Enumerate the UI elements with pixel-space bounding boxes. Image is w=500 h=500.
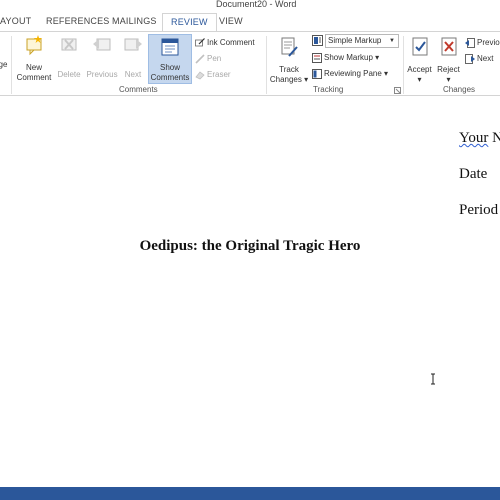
new-comment-label-1: New bbox=[25, 63, 42, 72]
delete-comment-button[interactable]: Delete bbox=[55, 34, 83, 80]
reject-label: Reject bbox=[437, 65, 460, 74]
document-title: Oedipus: the Original Tragic Hero bbox=[139, 238, 361, 254]
header-name-line: Your N bbox=[459, 130, 500, 147]
ribbon: ge New Comment Delete Previous Next Show… bbox=[0, 31, 500, 96]
eraser-button[interactable]: Eraser bbox=[195, 68, 231, 81]
tab-references[interactable]: REFERENCES bbox=[46, 16, 110, 26]
previous-comment-icon bbox=[93, 38, 111, 51]
chevron-down-icon: ▾ bbox=[417, 75, 422, 84]
changes-group-label: Changes bbox=[443, 85, 476, 94]
new-comment-icon bbox=[26, 35, 42, 56]
accept-label: Accept bbox=[407, 65, 432, 74]
document-page[interactable]: Your N Date Period Oedipus: the Original… bbox=[0, 96, 500, 487]
track-changes-label-2: Changes ▾ bbox=[269, 75, 309, 84]
chevron-down-icon: ▼ bbox=[389, 38, 395, 44]
ink-comment-icon bbox=[195, 37, 205, 47]
chevron-down-icon: ▾ bbox=[446, 75, 451, 84]
track-changes-button[interactable]: Track Changes ▾ bbox=[269, 36, 309, 85]
tracking-group-label: Tracking bbox=[313, 85, 344, 94]
tracking-options-launcher-icon[interactable] bbox=[394, 87, 401, 94]
show-markup-icon bbox=[312, 52, 322, 63]
track-changes-icon bbox=[281, 37, 298, 57]
partial-ribbon-button[interactable]: ge bbox=[0, 60, 8, 70]
status-bar bbox=[0, 487, 500, 500]
header-name-word: Your bbox=[459, 130, 489, 146]
previous-label: Previous bbox=[86, 70, 118, 79]
next-change-icon bbox=[465, 53, 475, 64]
partial-button-label: ge bbox=[0, 60, 8, 69]
title-bar: Document20 - Word bbox=[0, 0, 500, 12]
previous-change-button[interactable]: Previo bbox=[465, 36, 500, 49]
ink-comment-button[interactable]: Ink Comment bbox=[195, 36, 255, 49]
reviewing-pane-label: Reviewing Pane bbox=[324, 69, 382, 78]
delete-label: Delete bbox=[57, 70, 81, 79]
next-comment-button[interactable]: Next bbox=[120, 34, 146, 80]
reviewing-pane-button[interactable]: Reviewing Pane ▾ bbox=[312, 67, 388, 80]
pen-icon bbox=[195, 54, 205, 64]
show-comments-label-2: Comments bbox=[150, 73, 190, 82]
group-separator bbox=[403, 36, 404, 94]
group-separator bbox=[11, 36, 12, 94]
show-comments-icon bbox=[161, 38, 179, 56]
next-comment-icon bbox=[124, 38, 142, 51]
eraser-label: Eraser bbox=[207, 70, 231, 79]
show-comments-button[interactable]: Show Comments bbox=[148, 34, 192, 84]
new-comment-button[interactable]: New Comment bbox=[13, 34, 55, 83]
next-change-label: Next bbox=[477, 54, 494, 63]
tab-mailings[interactable]: MAILINGS bbox=[112, 16, 157, 26]
show-markup-label: Show Markup bbox=[324, 53, 373, 62]
header-name-rest: N bbox=[492, 130, 500, 146]
header-date-line: Date bbox=[459, 166, 488, 182]
next-label: Next bbox=[124, 70, 142, 79]
accept-icon bbox=[412, 37, 427, 56]
reviewing-pane-icon bbox=[312, 68, 322, 79]
window-title: Document20 - Word bbox=[216, 0, 297, 9]
ribbon-tabs: AYOUT REFERENCES MAILINGS REVIEW VIEW bbox=[0, 12, 500, 33]
accept-button[interactable]: Accept ▾ bbox=[405, 36, 434, 85]
new-comment-label-2: Comment bbox=[16, 73, 52, 82]
header-period-line: Period bbox=[459, 202, 499, 218]
track-changes-label-1: Track bbox=[279, 65, 299, 74]
show-markup-button[interactable]: Show Markup ▾ bbox=[312, 51, 379, 64]
delete-comment-icon bbox=[61, 38, 77, 51]
comments-group-label: Comments bbox=[119, 85, 158, 94]
previous-change-icon bbox=[465, 37, 475, 48]
text-cursor-icon bbox=[431, 373, 435, 385]
pen-label: Pen bbox=[207, 54, 222, 63]
group-separator bbox=[266, 36, 267, 94]
reject-icon bbox=[441, 37, 456, 56]
markup-select[interactable]: Simple Markup ▼ bbox=[325, 34, 399, 48]
tab-review[interactable]: REVIEW bbox=[162, 13, 217, 33]
next-change-button[interactable]: Next bbox=[465, 52, 493, 65]
tab-view[interactable]: VIEW bbox=[219, 16, 243, 26]
markup-select-value: Simple Markup bbox=[328, 36, 382, 45]
display-for-review-icon bbox=[312, 35, 323, 46]
previous-comment-button[interactable]: Previous bbox=[85, 34, 119, 80]
tab-layout[interactable]: AYOUT bbox=[0, 16, 31, 26]
eraser-icon bbox=[195, 71, 205, 80]
show-comments-label-1: Show bbox=[159, 63, 180, 72]
pen-button[interactable]: Pen bbox=[195, 52, 221, 65]
ink-comment-label: Ink Comment bbox=[207, 38, 255, 47]
reject-button[interactable]: Reject ▾ bbox=[435, 36, 462, 85]
previous-change-label: Previo bbox=[477, 38, 500, 47]
